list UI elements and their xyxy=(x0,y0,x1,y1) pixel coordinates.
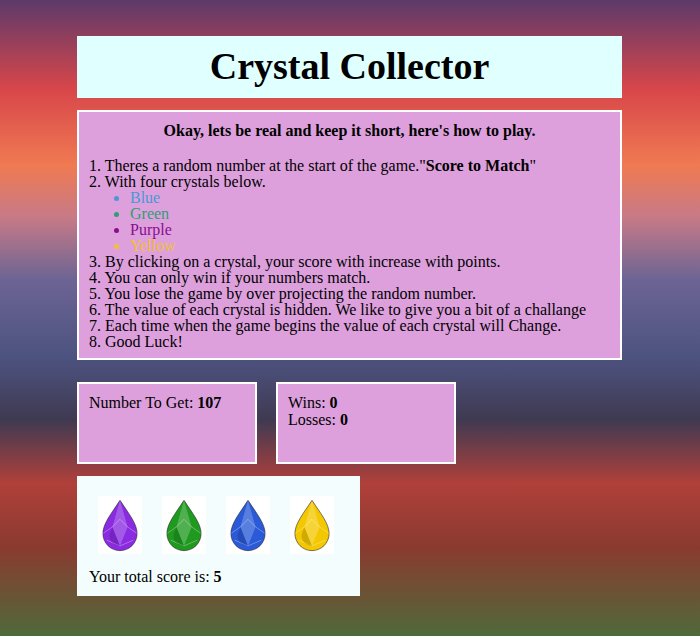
crystal-box: Your total score is: 5 xyxy=(77,476,360,596)
background: Crystal Collector Okay, lets be real and … xyxy=(0,0,700,636)
record-line: Losses: 0 xyxy=(288,411,444,428)
crystal-row xyxy=(89,496,348,554)
record-box: Wins: 0Losses: 0 xyxy=(276,382,456,464)
crystal-button[interactable] xyxy=(226,496,270,554)
instruction-step: 8. Good Luck! xyxy=(89,334,610,350)
crystal-icon xyxy=(101,498,139,552)
crystal-color-item: Purple xyxy=(130,222,610,238)
crystal-color-item: Green xyxy=(130,206,610,222)
crystal-color-item: Blue xyxy=(130,190,610,206)
instructions-heading: Okay, lets be real and keep it short, he… xyxy=(89,122,610,140)
instruction-step: 3. By clicking on a crystal, your score … xyxy=(89,254,610,270)
stats-row: Number To Get: 107Wins: 0Losses: 0 xyxy=(77,382,700,464)
crystal-icon xyxy=(229,498,267,552)
instructions-box: Okay, lets be real and keep it short, he… xyxy=(77,110,622,360)
title: Crystal Collector xyxy=(77,46,622,86)
crystal-button[interactable] xyxy=(98,496,142,554)
instruction-step: 1. Theres a random number at the start o… xyxy=(89,158,610,174)
crystal-color-item: Yellow xyxy=(130,238,610,254)
target-box: Number To Get: 107 xyxy=(77,382,257,464)
record-line: Wins: 0 xyxy=(288,394,444,411)
score-line: Your total score is: 5 xyxy=(89,568,348,586)
instruction-step: 5. You lose the game by over projecting … xyxy=(89,286,610,302)
crystal-button[interactable] xyxy=(290,496,334,554)
crystal-color-list: BlueGreenPurpleYellow xyxy=(89,190,610,254)
instruction-step: 2. With four crystals below. xyxy=(89,174,610,190)
crystal-icon xyxy=(165,498,203,552)
instruction-step: 6. The value of each crystal is hidden. … xyxy=(89,302,610,318)
instruction-step: 4. You can only win if your numbers matc… xyxy=(89,270,610,286)
title-box: Crystal Collector xyxy=(77,36,622,98)
crystal-button[interactable] xyxy=(162,496,206,554)
crystal-icon xyxy=(293,498,331,552)
instruction-step: 7. Each time when the game begins the va… xyxy=(89,318,610,334)
